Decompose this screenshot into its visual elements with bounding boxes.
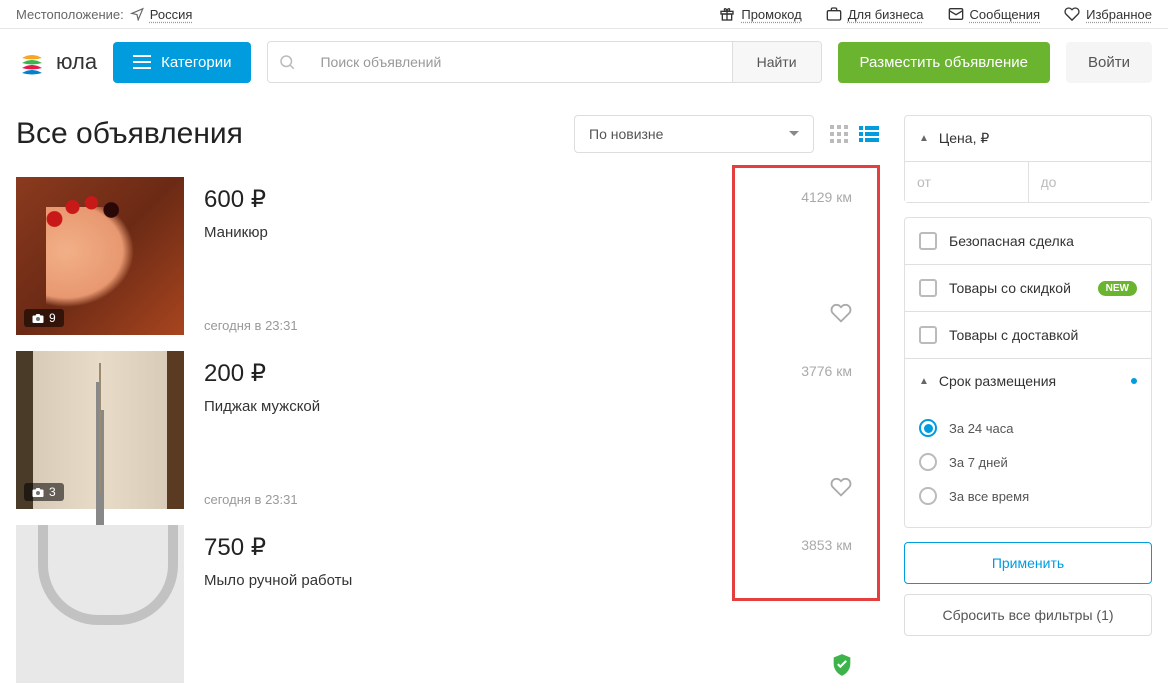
verified-shield-icon xyxy=(832,654,852,681)
chevron-down-icon xyxy=(789,131,799,137)
filter-safe-deal[interactable]: Безопасная сделка xyxy=(905,218,1151,265)
search-icon xyxy=(278,53,296,71)
briefcase-icon xyxy=(826,6,842,22)
reset-filters-button[interactable]: Сбросить все фильтры (1) xyxy=(904,594,1152,636)
favorite-button[interactable] xyxy=(830,477,852,503)
location-link[interactable]: Россия xyxy=(130,7,193,22)
checkbox-icon xyxy=(919,326,937,344)
listing-distance: 4129 км xyxy=(801,189,852,205)
camera-icon xyxy=(32,313,44,323)
favorite-button[interactable] xyxy=(830,303,852,329)
price-from-input[interactable] xyxy=(905,161,1029,202)
listing-price: 200 ₽ xyxy=(204,359,720,388)
listing-image[interactable]: 3 xyxy=(16,351,184,509)
location-label: Местоположение: xyxy=(16,7,124,22)
photo-count-badge: 3 xyxy=(24,483,64,501)
logo[interactable]: юла xyxy=(16,46,97,78)
search-wrap: Найти xyxy=(267,41,821,83)
login-button[interactable]: Войти xyxy=(1066,42,1152,83)
new-badge: NEW xyxy=(1098,281,1137,296)
listing-body: 600 ₽ Маникюр сегодня в 23:31 xyxy=(204,177,720,343)
filter-price-title: Цена, ₽ xyxy=(939,130,1137,147)
listing-title: Мыло ручной работы xyxy=(204,572,720,589)
heart-icon xyxy=(1064,6,1080,22)
filters-sidebar: ▲ Цена, ₽ Безопасная сделка Товары со ск… xyxy=(904,115,1152,691)
arrow-up-icon: ▲ xyxy=(919,376,929,387)
filter-price-header[interactable]: ▲ Цена, ₽ xyxy=(905,116,1151,161)
listing-right: 3776 км xyxy=(740,351,880,517)
camera-icon xyxy=(32,487,44,497)
logo-icon xyxy=(16,46,48,78)
arrow-up-icon: ▲ xyxy=(919,133,929,144)
listing-time: сегодня в 23:31 xyxy=(204,318,720,343)
page-title: Все объявления xyxy=(16,117,243,151)
radio-label: За все время xyxy=(949,489,1029,504)
filter-delivery[interactable]: Товары с доставкой xyxy=(905,312,1151,359)
header: юла Категории Найти Разместить объявлени… xyxy=(0,29,1168,95)
checkbox-icon xyxy=(919,279,937,297)
listing-body: 200 ₽ Пиджак мужской сегодня в 23:31 xyxy=(204,351,720,517)
apply-filters-button[interactable]: Применить xyxy=(904,542,1152,584)
listing-row[interactable]: 3 200 ₽ Пиджак мужской сегодня в 23:31 3776 … xyxy=(16,351,880,517)
filter-discount[interactable]: Товары со скидкой NEW xyxy=(905,265,1151,312)
mail-icon xyxy=(948,6,964,22)
navigation-icon xyxy=(130,7,144,21)
radio-label: За 7 дней xyxy=(949,455,1008,470)
listing-right: 3853 км xyxy=(740,525,880,691)
gift-icon xyxy=(719,6,735,22)
listing-price: 750 ₽ xyxy=(204,533,720,562)
sort-value: По новизне xyxy=(589,126,663,142)
radio-label: За 24 часа xyxy=(949,421,1014,436)
view-list-button[interactable] xyxy=(858,123,880,145)
listing-title: Маникюр xyxy=(204,224,720,241)
listing-row[interactable]: 9 600 ₽ Маникюр сегодня в 23:31 4129 км xyxy=(16,177,880,343)
business-link[interactable]: Для бизнеса xyxy=(826,6,924,22)
topbar: Местоположение: Россия Промокод Для бизн… xyxy=(0,0,1168,29)
listing-image[interactable] xyxy=(16,525,184,683)
radio-icon xyxy=(919,487,937,505)
filter-period-title: Срок размещения xyxy=(939,373,1121,389)
sort-select[interactable]: По новизне xyxy=(574,115,814,153)
menu-icon xyxy=(133,55,151,69)
radio-icon xyxy=(919,453,937,471)
listing-image[interactable]: 9 xyxy=(16,177,184,335)
logo-text: юла xyxy=(56,49,97,75)
categories-button[interactable]: Категории xyxy=(113,42,251,83)
period-option[interactable]: За все время xyxy=(919,479,1137,513)
listing-time: сегодня в 23:31 xyxy=(204,492,720,517)
listing-price: 600 ₽ xyxy=(204,185,720,214)
find-button[interactable]: Найти xyxy=(732,42,821,82)
period-option[interactable]: За 7 дней xyxy=(919,445,1137,479)
list-icon xyxy=(859,126,879,142)
radio-icon xyxy=(919,419,937,437)
photo-count-badge: 9 xyxy=(24,309,64,327)
messages-link[interactable]: Сообщения xyxy=(948,6,1041,22)
listing-body: 750 ₽ Мыло ручной работы xyxy=(204,525,720,691)
view-grid-button[interactable] xyxy=(828,123,850,145)
promo-link[interactable]: Промокод xyxy=(719,6,801,22)
filter-period-header[interactable]: ▲ Срок размещения xyxy=(905,359,1151,403)
grid-icon xyxy=(830,125,848,143)
listing-row[interactable]: 750 ₽ Мыло ручной работы 3853 км xyxy=(16,525,880,691)
listing-title: Пиджак мужской xyxy=(204,398,720,415)
post-ad-button[interactable]: Разместить объявление xyxy=(838,42,1050,83)
active-dot-icon xyxy=(1131,378,1137,384)
search-input[interactable] xyxy=(306,42,731,82)
listing-distance: 3853 км xyxy=(801,537,852,553)
listing-distance: 3776 км xyxy=(801,363,852,379)
checkbox-icon xyxy=(919,232,937,250)
period-option[interactable]: За 24 часа xyxy=(919,411,1137,445)
listing-right: 4129 км xyxy=(740,177,880,343)
price-to-input[interactable] xyxy=(1029,161,1152,202)
favorites-link[interactable]: Избранное xyxy=(1064,6,1152,22)
